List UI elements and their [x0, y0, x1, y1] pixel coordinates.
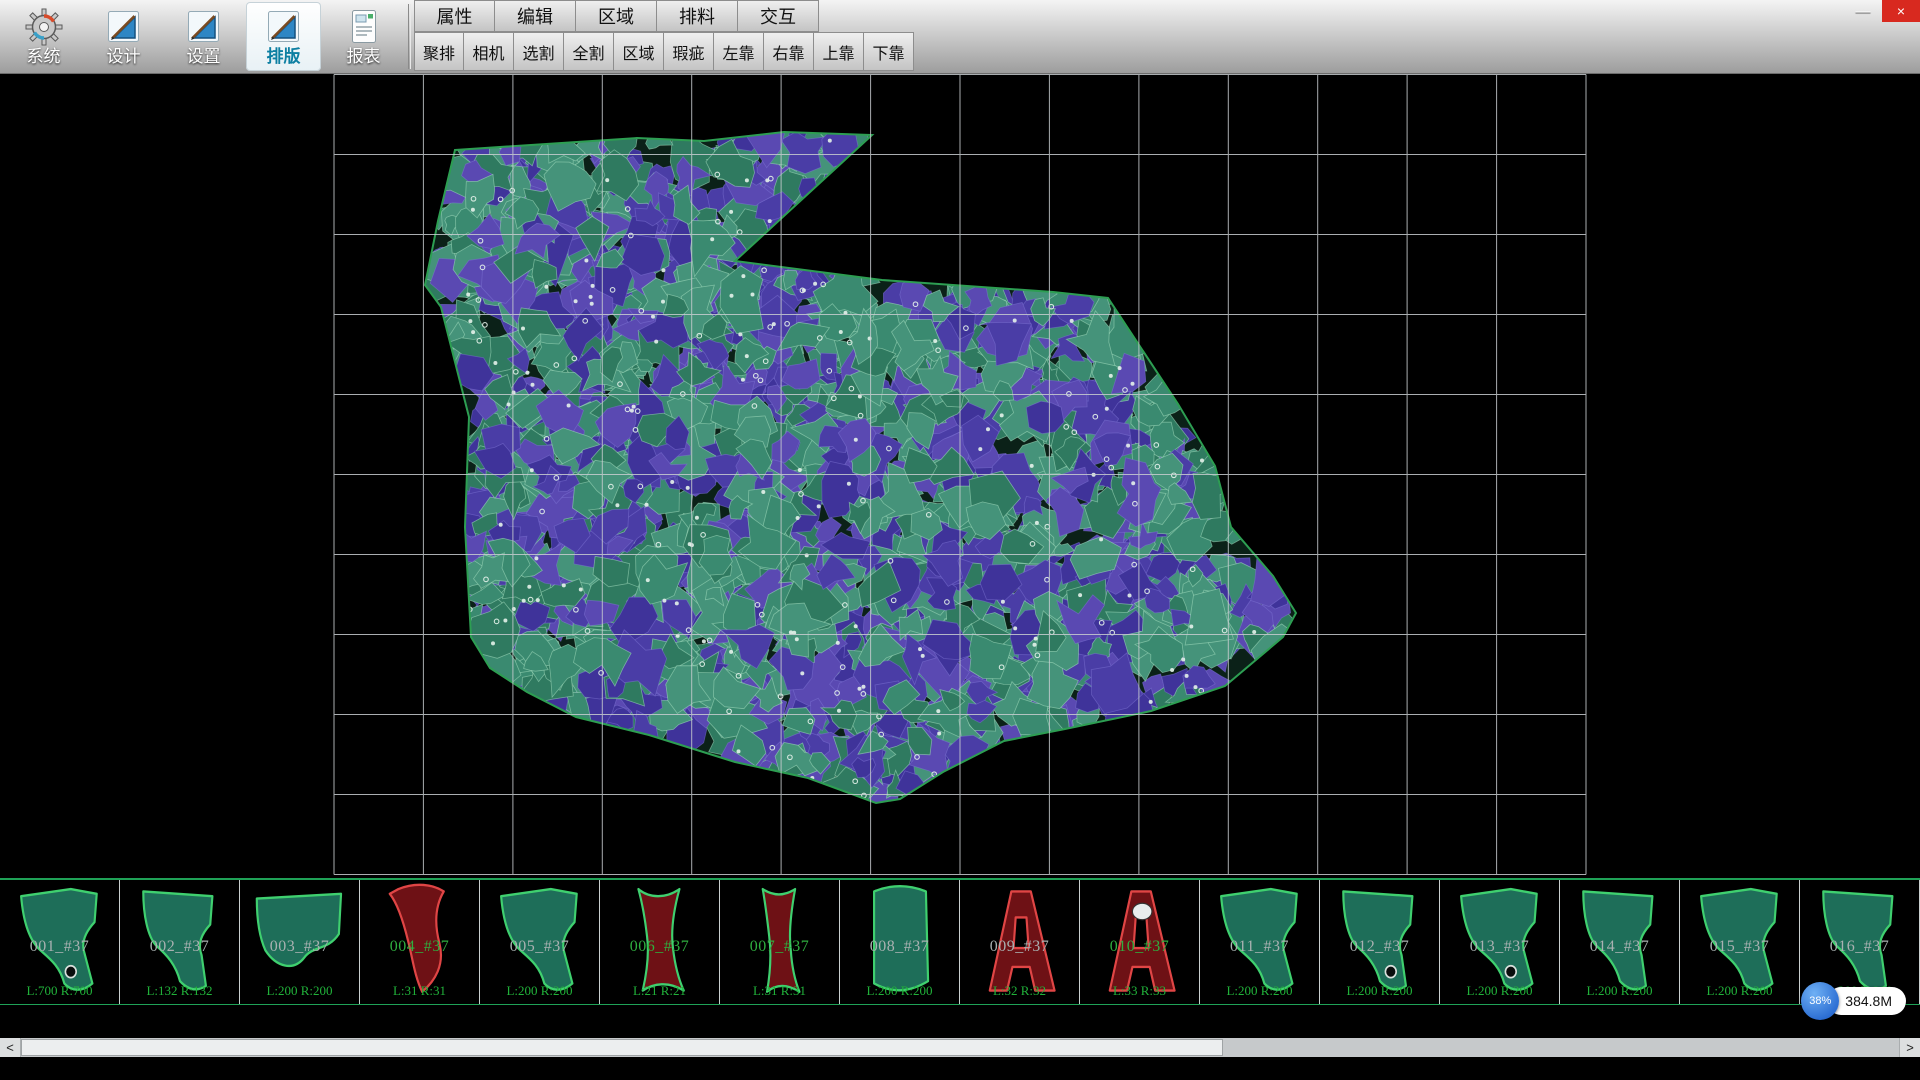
- tool-cut-all[interactable]: 全割: [564, 32, 614, 71]
- horizontal-scrollbar[interactable]: < >: [0, 1038, 1920, 1057]
- nav-item-report[interactable]: 报表: [326, 2, 401, 71]
- tool-snap-right[interactable]: 右靠: [764, 32, 814, 71]
- piece-shape-icon: [1086, 882, 1194, 1000]
- window-controls: — ×: [1844, 0, 1920, 22]
- menu-bar: 属性编辑区域排料交互: [414, 0, 914, 32]
- nesting-drawing: [0, 74, 1920, 878]
- nav-item-settings[interactable]: 设置: [166, 2, 241, 71]
- piece-thumbnail[interactable]: 001_#37L:700 R:700: [0, 880, 120, 1004]
- piece-shape-icon: [366, 882, 474, 1000]
- scrollbar-thumb[interactable]: [21, 1039, 1223, 1056]
- tool-snap-left[interactable]: 左靠: [714, 32, 764, 71]
- piece-thumbnail[interactable]: 010_#37L:33 R:33: [1080, 880, 1200, 1004]
- piece-thumbnail[interactable]: 013_#37L:200 R:200: [1440, 880, 1560, 1004]
- piece-thumbnail[interactable]: 008_#37L:200 R:200: [840, 880, 960, 1004]
- piece-hole: [1505, 966, 1516, 978]
- piece-thumbnail[interactable]: 009_#37L:32 R:32: [960, 880, 1080, 1004]
- progress-indicator: 38% 384.8M: [1801, 982, 1906, 1020]
- nav-item-system[interactable]: 系统: [6, 2, 81, 71]
- main-toolbar: 系统设计设置排版报表 属性编辑区域排料交互 聚排相机选割全割区域瑕疵左靠右靠上靠…: [0, 0, 1920, 74]
- piece-shape-icon: [606, 882, 714, 1000]
- piece-shape-icon: [486, 882, 594, 1000]
- tool-defect[interactable]: 瑕疵: [664, 32, 714, 71]
- gear-icon: [25, 7, 63, 47]
- piece-thumbnail[interactable]: 003_#37L:200 R:200: [240, 880, 360, 1004]
- nav-item-label: 设计: [107, 48, 141, 67]
- piece-thumbnail[interactable]: 015_#37L:200 R:200: [1680, 880, 1800, 1004]
- report-icon: [345, 7, 383, 47]
- piece-shape-icon: [1206, 882, 1314, 1000]
- piece-thumbnail[interactable]: 011_#37L:200 R:200: [1200, 880, 1320, 1004]
- layout-icon: [265, 7, 303, 47]
- settings-icon: [185, 7, 223, 47]
- tool-cluster-nest[interactable]: 聚排: [414, 32, 464, 71]
- nesting-canvas[interactable]: [0, 74, 1920, 878]
- nav-item-layout[interactable]: 排版: [246, 2, 321, 71]
- piece-thumbnail[interactable]: 012_#37L:200 R:200: [1320, 880, 1440, 1004]
- nav-item-label: 设置: [187, 48, 221, 67]
- piece-hole: [1385, 966, 1396, 978]
- piece-thumbnail[interactable]: 006_#37L:21 R:21: [600, 880, 720, 1004]
- nav-item-label: 系统: [27, 48, 61, 67]
- piece-shape-icon: [1686, 882, 1794, 1000]
- menu-material[interactable]: 排料: [657, 0, 738, 32]
- menu-properties[interactable]: 属性: [414, 0, 495, 32]
- minimize-button[interactable]: —: [1844, 0, 1882, 22]
- piece-thumbnail[interactable]: 005_#37L:200 R:200: [480, 880, 600, 1004]
- piece-shape-icon: [966, 882, 1074, 1000]
- scroll-left-button[interactable]: <: [0, 1038, 21, 1057]
- tool-snap-top[interactable]: 上靠: [814, 32, 864, 71]
- tool-button-bar: 聚排相机选割全割区域瑕疵左靠右靠上靠下靠: [414, 32, 914, 71]
- scroll-right-button[interactable]: >: [1899, 1038, 1920, 1057]
- memory-label: 384.8M: [1827, 987, 1906, 1015]
- piece-shape-icon: [6, 882, 114, 1000]
- piece-thumbnail[interactable]: 002_#37L:132 R:132: [120, 880, 240, 1004]
- nav-item-label: 报表: [347, 48, 381, 67]
- menu-edit[interactable]: 编辑: [495, 0, 576, 32]
- piece-thumbnail[interactable]: 007_#37L:31 R:31: [720, 880, 840, 1004]
- piece-shape-icon: [1326, 882, 1434, 1000]
- main-nav: 系统 设计 设置 排版 报表: [0, 0, 405, 73]
- pieces-strip: 001_#37L:700 R:700002_#37L:132 R:132003_…: [0, 878, 1920, 1005]
- piece-thumbnail[interactable]: 014_#37L:200 R:200: [1560, 880, 1680, 1004]
- piece-shape-icon: [1446, 882, 1554, 1000]
- design-icon: [105, 7, 143, 47]
- piece-shape-icon: [126, 882, 234, 1000]
- piece-hole: [65, 966, 76, 978]
- utilization-badge: 38%: [1801, 982, 1839, 1020]
- tool-region[interactable]: 区域: [614, 32, 664, 71]
- piece-shape-icon: [246, 882, 354, 1000]
- tool-snap-bottom[interactable]: 下靠: [864, 32, 914, 71]
- nav-item-design[interactable]: 设计: [86, 2, 161, 71]
- menu-interact[interactable]: 交互: [738, 0, 819, 32]
- piece-shape-icon: [846, 882, 954, 1000]
- menu-area: 属性编辑区域排料交互 聚排相机选割全割区域瑕疵左靠右靠上靠下靠: [414, 0, 914, 73]
- toolbar-divider: [408, 4, 411, 69]
- tool-select-cut[interactable]: 选割: [514, 32, 564, 71]
- menu-region[interactable]: 区域: [576, 0, 657, 32]
- piece-shape-icon: [1566, 882, 1674, 1000]
- piece-hole: [1132, 903, 1151, 920]
- close-button[interactable]: ×: [1882, 0, 1920, 22]
- nav-item-label: 排版: [267, 48, 301, 67]
- scrollbar-track[interactable]: [21, 1038, 1899, 1057]
- piece-thumbnail[interactable]: 004_#37L:31 R:31: [360, 880, 480, 1004]
- tool-camera[interactable]: 相机: [464, 32, 514, 71]
- piece-shape-icon: [726, 882, 834, 1000]
